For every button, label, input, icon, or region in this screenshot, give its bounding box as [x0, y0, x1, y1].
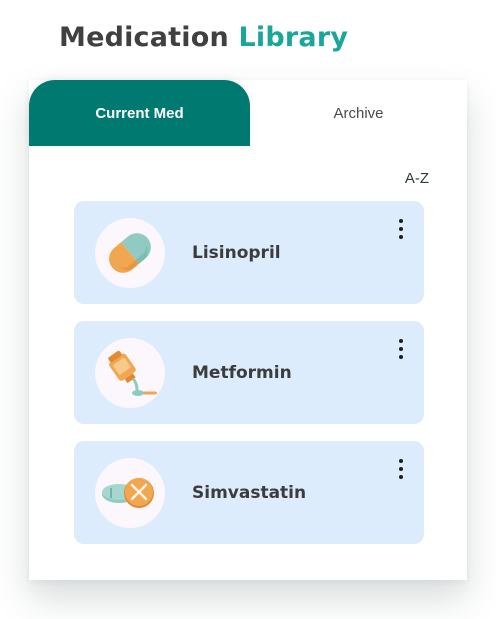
medication-icon-circle: [95, 218, 165, 288]
medication-item-simvastatin[interactable]: Simvastatin: [74, 441, 424, 544]
tablets-icon: [102, 478, 154, 508]
syrup-bottle-spoon-icon: [108, 350, 157, 396]
medication-name: Lisinopril: [192, 242, 281, 263]
tab-current-med-label: Current Med: [95, 104, 184, 122]
tab-current-med[interactable]: Current Med: [29, 80, 250, 146]
more-options-icon[interactable]: [394, 339, 408, 359]
tab-archive-label: Archive: [333, 104, 384, 122]
more-options-icon[interactable]: [394, 459, 408, 479]
medication-item-metformin[interactable]: Metformin: [74, 321, 424, 424]
capsule-icon: [109, 233, 151, 273]
medication-item-lisinopril[interactable]: Lisinopril: [74, 201, 424, 304]
medication-name: Simvastatin: [192, 482, 307, 503]
medication-icon-circle: [95, 458, 165, 528]
more-options-icon[interactable]: [394, 219, 408, 239]
medication-name: Metformin: [192, 362, 292, 383]
medication-icon-circle: [95, 338, 165, 408]
page-title: Medication Library: [59, 22, 348, 53]
sort-az-button[interactable]: A-Z: [405, 170, 429, 187]
page-title-part1: Medication: [59, 22, 229, 53]
page-title-part2: Library: [238, 22, 349, 53]
tab-archive[interactable]: Archive: [250, 80, 467, 146]
medication-library-card: Archive Current Med A-Z Lisinopril Metfo…: [29, 80, 467, 580]
